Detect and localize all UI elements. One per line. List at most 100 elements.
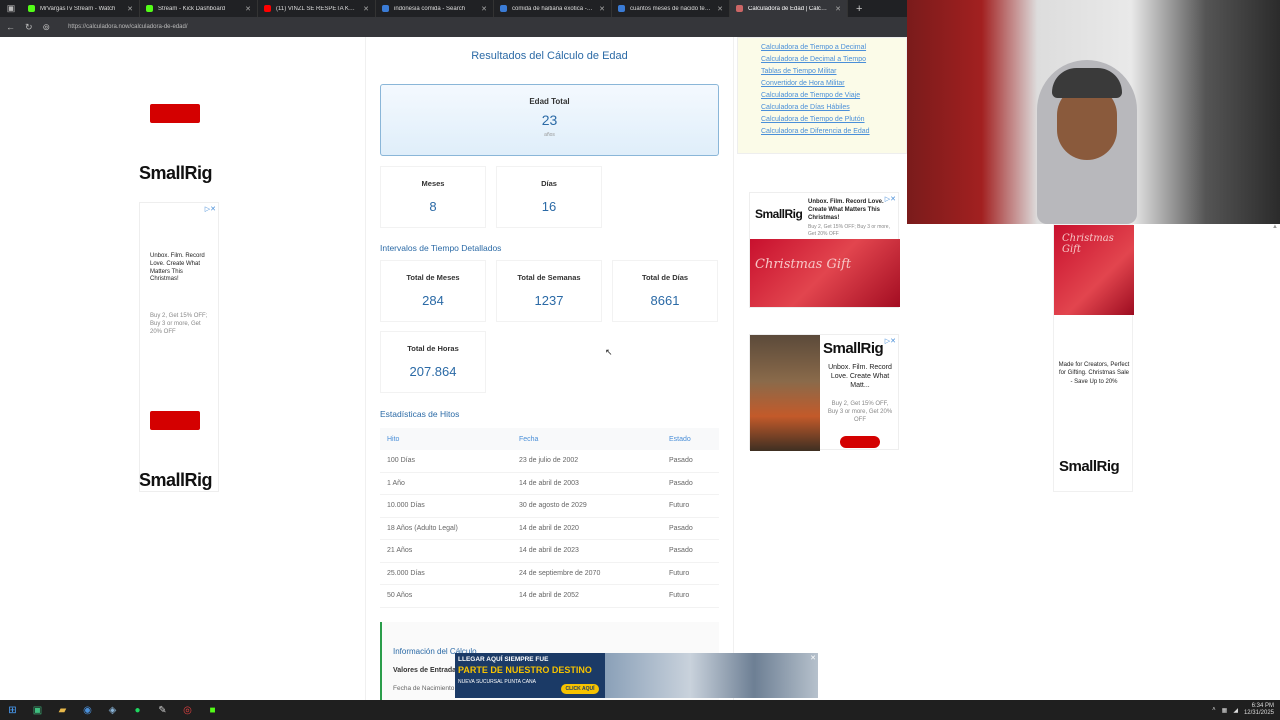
table-header: Hito Fecha Estado <box>380 428 719 450</box>
url-field[interactable]: https://calculadora.now/calculadora-de-e… <box>68 24 187 30</box>
app-icon[interactable]: ✎ <box>150 700 175 720</box>
ad-choices-icon[interactable]: ▷✕ <box>885 337 896 345</box>
status-cell: Futuro <box>669 592 690 600</box>
left-ad-card[interactable]: ▷✕ Unbox. Film. Record Love. Create What… <box>139 202 219 492</box>
ad-line: LLEGAR AQUÍ SIEMPRE FUE <box>458 656 549 663</box>
back-icon[interactable]: ← <box>6 22 15 32</box>
close-tab-icon[interactable]: ✕ <box>245 5 251 13</box>
status-cell: Pasado <box>669 457 693 465</box>
table-row: 1 Año 14 de abril de 2003 Pasado <box>380 473 719 495</box>
table-row: 10.000 Días 30 de agosto de 2029 Futuro <box>380 495 719 518</box>
volume-icon[interactable]: ◢ <box>1233 707 1238 714</box>
date-cell: 14 de abril de 2023 <box>519 547 579 555</box>
sidebar-link[interactable]: Calculadora de Días Hábiles <box>761 102 906 114</box>
smallrig-logo: SmallRig <box>1059 458 1120 475</box>
sidebar-link[interactable]: Calculadora de Tiempo a Decimal <box>761 42 906 54</box>
kick-icon[interactable]: ■ <box>200 700 225 720</box>
total-hours-card: Total de Horas 207.864 <box>380 331 486 393</box>
sidebar-link[interactable]: Calculadora de Decimal a Tiempo <box>761 54 906 66</box>
clock[interactable]: 6:34 PM 12/31/2025 <box>1244 703 1274 717</box>
close-icon[interactable]: ✕ <box>810 654 816 662</box>
folder-icon[interactable]: ▰ <box>50 700 75 720</box>
taskbar: ⊞ ▣ ▰ ◉ ◈ ● ✎ ◎ ■ ˄ ▦ ◢ 6:34 PM 12/31/20… <box>0 700 1280 720</box>
terminal-icon[interactable]: ▣ <box>25 700 50 720</box>
date-cell: 14 de abril de 2020 <box>519 524 579 532</box>
right-ad-2[interactable]: SmallRig Unbox. Film. Record Love. Creat… <box>749 334 899 451</box>
smallrig-logo[interactable]: SmallRig <box>139 470 213 491</box>
ad-red-button[interactable] <box>840 436 880 448</box>
table-row: 18 Años (Adulto Legal) 14 de abril de 202… <box>380 518 719 540</box>
tab-1[interactable]: Stream - Kick Dashboard ✕ <box>140 0 258 17</box>
tab-2[interactable]: (11) VINZL SE RESPETA KRIS PERRI✕ <box>258 0 376 17</box>
tab-6[interactable]: Calculadora de Edad | Calculado ✕ <box>730 0 848 17</box>
milestone-cell: 21 Años <box>387 547 413 555</box>
right-ad-3[interactable]: Christmas Gift Made for Creators, Perfec… <box>1053 224 1134 492</box>
reload-icon[interactable]: ↻ <box>25 22 33 33</box>
table-row: 100 Días 23 de julio de 2002 Pasado <box>380 450 719 473</box>
search-icon <box>382 5 389 12</box>
spotify-icon[interactable]: ● <box>125 700 150 720</box>
ad-cta-button[interactable]: CLICK AQUÍ <box>561 684 599 694</box>
bottom-banner-ad[interactable]: LLEGAR AQUÍ SIEMPRE FUE PARTE DE NUESTRO… <box>455 653 818 698</box>
scrollbar-up-icon[interactable]: ▲ <box>1272 224 1280 232</box>
close-tab-icon[interactable]: ✕ <box>717 5 723 13</box>
streamer-beanie <box>1052 68 1122 98</box>
site-info-icon[interactable]: ⊚ <box>43 22 51 33</box>
sidebar-link[interactable]: Calculadora de Tiempo de Plutón <box>761 114 906 126</box>
ad-red-button[interactable] <box>150 104 200 123</box>
tab-3[interactable]: indonesia comida - Search ✕ <box>376 0 494 17</box>
interval-label: Total de Días <box>641 273 689 282</box>
close-tab-icon[interactable]: ✕ <box>127 5 133 13</box>
results-title: Resultados del Cálculo de Edad <box>471 50 628 62</box>
start-icon[interactable]: ⊞ <box>0 700 25 720</box>
smallrig-logo[interactable]: SmallRig <box>139 163 213 184</box>
interval-value: 8661 <box>650 293 680 308</box>
close-tab-icon[interactable]: ✕ <box>363 5 369 13</box>
tab-4[interactable]: comida de haitiana exotica - Sear ✕ <box>494 0 612 17</box>
tab-5[interactable]: cuantos meses de nacido tengo ✕ <box>612 0 730 17</box>
window-menu-icon[interactable]: ▣ <box>0 0 22 17</box>
chrome-icon[interactable]: ◉ <box>75 700 100 720</box>
interval-label: Total de Horas <box>407 344 459 353</box>
interval-value: 207.864 <box>409 364 457 379</box>
sidebar-link[interactable]: Tablas de Tiempo Militar <box>761 66 906 78</box>
left-ad-column[interactable]: SmallRig ▷✕ Unbox. Film. Record Love. Cr… <box>139 37 219 700</box>
sidebar-link[interactable]: Convertidor de Hora Militar <box>761 78 906 90</box>
obs-icon[interactable]: ◎ <box>175 700 200 720</box>
ad-choices-icon[interactable]: ▷✕ <box>885 195 896 203</box>
steam-icon[interactable]: ◈ <box>100 700 125 720</box>
date-cell: 23 de julio de 2002 <box>519 457 579 465</box>
clock-time: 6:34 PM <box>1251 703 1274 709</box>
total-age-unit: años <box>544 132 555 138</box>
total-weeks-card: Total de Semanas 1237 <box>496 260 602 322</box>
interval-value: 284 <box>422 293 444 308</box>
address-bar: ← ↻ ⊚ https://calculadora.now/calculador… <box>0 17 907 37</box>
divider <box>733 37 734 700</box>
right-ad-1[interactable]: SmallRig Unbox. Film. Record Love. Creat… <box>749 192 900 308</box>
webcam-overlay <box>907 0 1280 224</box>
interval-label: Total de Meses <box>406 273 460 282</box>
ad-choices-icon[interactable]: ▷✕ <box>205 205 216 213</box>
sidebar-link[interactable]: Calculadora de Diferencia de Edad <box>761 126 906 138</box>
page-content: SmallRig ▷✕ Unbox. Film. Record Love. Cr… <box>0 37 907 700</box>
divider <box>365 37 366 700</box>
total-age-value: 23 <box>541 112 558 128</box>
milestone-cell: 18 Años (Adulto Legal) <box>387 524 458 532</box>
clock-date: 12/31/2025 <box>1243 710 1274 716</box>
ad-room-image <box>750 335 820 451</box>
ad-red-button[interactable] <box>150 411 200 430</box>
milestones-heading: Estadísticas de Hitos <box>380 409 460 419</box>
close-tab-icon[interactable]: ✕ <box>835 5 841 13</box>
new-tab-button[interactable]: + <box>848 3 870 15</box>
days-value: 16 <box>541 199 557 214</box>
smallrig-logo: SmallRig <box>823 340 884 357</box>
months-value: 8 <box>429 199 437 214</box>
network-icon[interactable]: ▦ <box>1222 707 1228 714</box>
chevron-up-icon[interactable]: ˄ <box>1212 707 1216 713</box>
tab-0[interactable]: MrVargasTv Stream - Watch ✕ <box>22 0 140 17</box>
ad-headline: Unbox. Film. Record Love. Create What Ma… <box>828 364 892 390</box>
close-tab-icon[interactable]: ✕ <box>481 5 487 13</box>
close-tab-icon[interactable]: ✕ <box>599 5 605 13</box>
christmas-gift-image: Christmas Gift <box>1054 225 1134 315</box>
sidebar-link[interactable]: Calculadora de Tiempo de Viaje <box>761 90 906 102</box>
